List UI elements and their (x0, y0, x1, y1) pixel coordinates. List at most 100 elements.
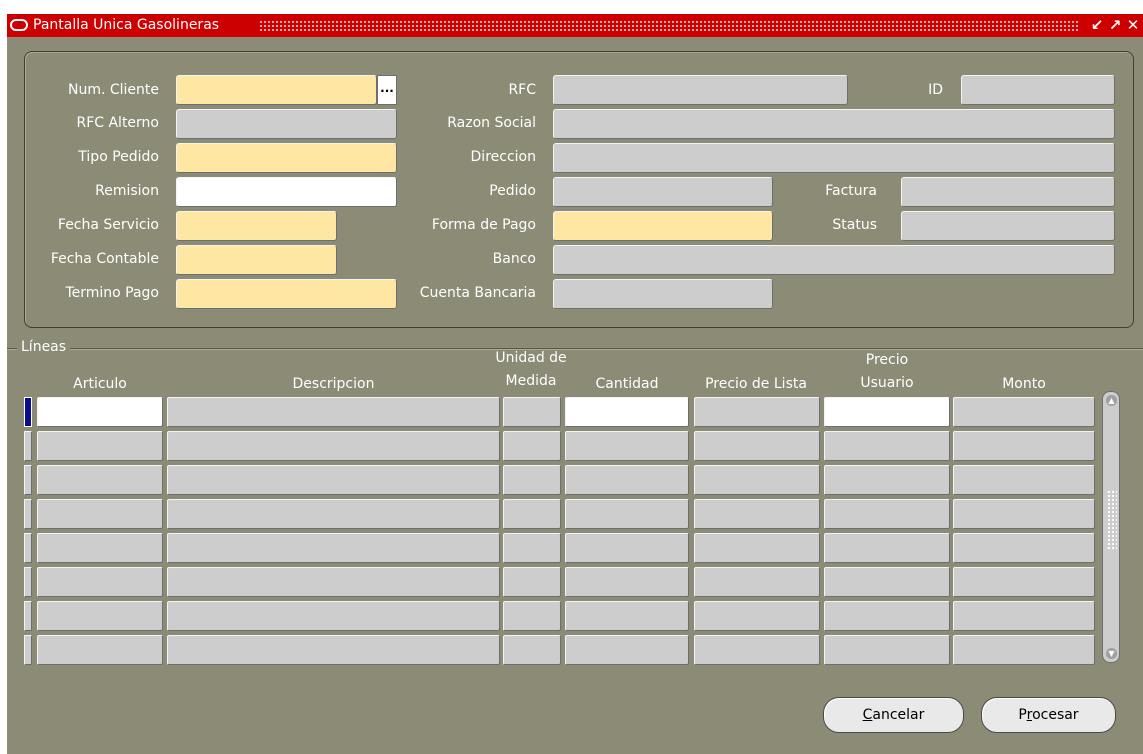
procesar-label-rest: ocesar (1032, 707, 1079, 723)
cantidad-cell[interactable] (565, 499, 689, 529)
precio-usuario-cell[interactable] (824, 567, 950, 597)
descripcion-cell[interactable] (167, 635, 500, 665)
status-field[interactable] (901, 211, 1115, 241)
rfc-field[interactable] (553, 75, 848, 105)
descripcion-cell[interactable] (167, 465, 500, 495)
label-forma-pago: Forma de Pago (431, 217, 536, 233)
maximize-icon[interactable]: ↗ (1107, 16, 1123, 34)
factura-field[interactable] (901, 177, 1115, 207)
monto-cell[interactable] (953, 635, 1095, 665)
cantidad-cell[interactable] (565, 397, 689, 427)
descripcion-cell[interactable] (167, 567, 500, 597)
unidad-medida-cell[interactable] (503, 465, 561, 495)
cantidad-cell[interactable] (565, 567, 689, 597)
minimize-icon[interactable]: ↙ (1089, 16, 1105, 34)
descripcion-cell[interactable] (167, 431, 500, 461)
cantidad-cell[interactable] (565, 533, 689, 563)
procesar-label-prefix: P (1018, 707, 1027, 723)
unidad-medida-cell[interactable] (503, 431, 561, 461)
rfc-alterno-field[interactable] (176, 109, 397, 139)
articulo-cell[interactable] (37, 601, 163, 631)
pedido-field[interactable] (553, 177, 773, 207)
cantidad-cell[interactable] (565, 465, 689, 495)
precio-lista-cell[interactable] (694, 397, 820, 427)
id-field[interactable] (961, 75, 1115, 105)
descripcion-cell[interactable] (167, 397, 500, 427)
remision-field[interactable] (176, 177, 397, 207)
articulo-cell[interactable] (37, 465, 163, 495)
precio-usuario-cell[interactable] (824, 431, 950, 461)
precio-lista-cell[interactable] (694, 567, 820, 597)
unidad-medida-cell[interactable] (503, 533, 561, 563)
descripcion-cell[interactable] (167, 499, 500, 529)
lines-vertical-scrollbar[interactable]: ▲ ▼ (1102, 391, 1120, 663)
label-fecha-contable: Fecha Contable (50, 251, 159, 267)
cancelar-button[interactable]: Cancelar (823, 697, 964, 733)
precio-lista-cell[interactable] (694, 499, 820, 529)
unidad-medida-cell[interactable] (503, 601, 561, 631)
fecha-contable-field[interactable] (176, 245, 337, 275)
scroll-up-icon[interactable]: ▲ (1106, 395, 1117, 406)
precio-lista-cell[interactable] (694, 601, 820, 631)
monto-cell[interactable] (953, 601, 1095, 631)
monto-cell[interactable] (953, 465, 1095, 495)
precio-usuario-cell[interactable] (824, 635, 950, 665)
precio-usuario-cell[interactable] (824, 533, 950, 563)
row-selector[interactable] (24, 635, 32, 665)
monto-cell[interactable] (953, 431, 1095, 461)
descripcion-cell[interactable] (167, 533, 500, 563)
label-remision: Remision (95, 183, 159, 199)
close-icon[interactable]: ✕ (1125, 16, 1141, 34)
monto-cell[interactable] (953, 397, 1095, 427)
razon-social-field[interactable] (553, 109, 1115, 139)
tipo-pedido-field[interactable] (176, 143, 397, 173)
termino-pago-field[interactable] (176, 279, 397, 309)
scroll-down-icon[interactable]: ▼ (1106, 648, 1117, 659)
articulo-cell[interactable] (37, 431, 163, 461)
cantidad-cell[interactable] (565, 635, 689, 665)
forma-pago-field[interactable] (553, 211, 773, 241)
monto-cell[interactable] (953, 499, 1095, 529)
procesar-button[interactable]: Procesar (981, 697, 1116, 733)
precio-usuario-cell[interactable] (824, 601, 950, 631)
row-selector[interactable] (24, 397, 32, 427)
articulo-cell[interactable] (37, 397, 163, 427)
banco-field[interactable] (553, 245, 1115, 275)
row-selector[interactable] (24, 431, 32, 461)
unidad-medida-cell[interactable] (503, 499, 561, 529)
articulo-cell[interactable] (37, 533, 163, 563)
label-status: Status (832, 217, 877, 233)
unidad-medida-cell[interactable] (503, 567, 561, 597)
precio-lista-cell[interactable] (694, 533, 820, 563)
row-selector[interactable] (24, 533, 32, 563)
articulo-cell[interactable] (37, 499, 163, 529)
row-selector[interactable] (24, 601, 32, 631)
column-header-cantidad: Cantidad (595, 376, 659, 392)
precio-usuario-cell[interactable] (824, 465, 950, 495)
row-selector[interactable] (24, 465, 32, 495)
articulo-cell[interactable] (37, 567, 163, 597)
title-bar[interactable]: Pantalla Unica Gasolineras ↙ ↗ ✕ (7, 14, 1143, 37)
precio-usuario-cell[interactable] (824, 499, 950, 529)
cantidad-cell[interactable] (565, 431, 689, 461)
direccion-field[interactable] (553, 143, 1115, 173)
cuenta-bancaria-field[interactable] (553, 279, 773, 309)
cantidad-cell[interactable] (565, 601, 689, 631)
unidad-medida-cell[interactable] (503, 635, 561, 665)
precio-lista-cell[interactable] (694, 635, 820, 665)
descripcion-cell[interactable] (167, 601, 500, 631)
articulo-cell[interactable] (37, 635, 163, 665)
fecha-servicio-field[interactable] (176, 211, 337, 241)
monto-cell[interactable] (953, 533, 1095, 563)
num-cliente-lov-button[interactable]: ... (377, 75, 397, 105)
unidad-medida-cell[interactable] (503, 397, 561, 427)
monto-cell[interactable] (953, 567, 1095, 597)
num-cliente-field[interactable] (176, 75, 377, 105)
scrollbar-grip[interactable] (1107, 490, 1117, 550)
row-selector[interactable] (24, 499, 32, 529)
precio-lista-cell[interactable] (694, 465, 820, 495)
precio-lista-cell[interactable] (694, 431, 820, 461)
precio-usuario-cell[interactable] (824, 397, 950, 427)
cancelar-mnemonic: C (862, 707, 873, 723)
row-selector[interactable] (24, 567, 32, 597)
